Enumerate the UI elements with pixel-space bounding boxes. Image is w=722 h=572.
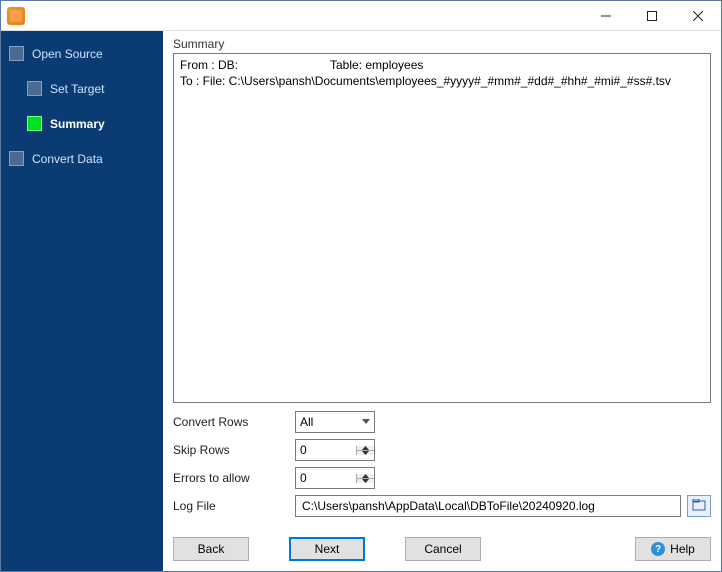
app-icon — [7, 7, 25, 25]
folder-icon — [692, 499, 706, 514]
nav-summary[interactable]: Summary — [23, 111, 159, 136]
label-skip-rows: Skip Rows — [173, 443, 295, 457]
close-button[interactable] — [675, 1, 721, 30]
nav-set-target[interactable]: Set Target — [23, 76, 159, 101]
window-controls — [583, 1, 721, 30]
minimize-button[interactable] — [583, 1, 629, 30]
app-window: Open Source Set Target Summary Convert D… — [0, 0, 722, 572]
back-button-label: Back — [198, 542, 225, 556]
nav-convert-data[interactable]: Convert Data — [5, 146, 159, 171]
cancel-button-label: Cancel — [424, 542, 461, 556]
combo-convert-rows[interactable]: All — [295, 411, 375, 433]
step-icon — [9, 151, 24, 166]
nav-label: Summary — [50, 117, 105, 131]
browse-log-file-button[interactable] — [687, 495, 711, 517]
next-button[interactable]: Next — [289, 537, 365, 561]
row-errors-allow: Errors to allow — [173, 467, 711, 489]
step-icon — [9, 46, 24, 61]
row-convert-rows: Convert Rows All — [173, 411, 711, 433]
chevron-down-icon — [362, 419, 370, 425]
help-button-label: Help — [670, 542, 695, 556]
summary-from-db: From : DB: — [180, 58, 330, 74]
row-log-file: Log File — [173, 495, 711, 517]
cancel-button[interactable]: Cancel — [405, 537, 481, 561]
summary-group-label: Summary — [173, 37, 711, 51]
next-button-label: Next — [315, 542, 340, 556]
summary-to-file: To : File: C:\Users\pansh\Documents\empl… — [180, 74, 704, 90]
spinner-errors-allow[interactable] — [295, 467, 375, 489]
help-button[interactable]: ? Help — [635, 537, 711, 561]
input-log-file[interactable] — [300, 498, 676, 514]
nav-open-source[interactable]: Open Source — [5, 41, 159, 66]
step-icon — [27, 81, 42, 96]
summary-text: From : DB: Table: employees To : File: C… — [173, 53, 711, 403]
label-errors-allow: Errors to allow — [173, 471, 295, 485]
input-skip-rows[interactable] — [296, 440, 356, 460]
row-skip-rows: Skip Rows — [173, 439, 711, 461]
options-form: Convert Rows All Skip Rows — [173, 411, 711, 517]
nav-label: Open Source — [32, 47, 103, 61]
back-button[interactable]: Back — [173, 537, 249, 561]
help-icon: ? — [651, 542, 665, 556]
spin-down-icon[interactable] — [357, 478, 374, 483]
spin-down-icon[interactable] — [357, 450, 374, 455]
spinner-skip-rows[interactable] — [295, 439, 375, 461]
label-log-file: Log File — [173, 499, 295, 513]
step-icon-active — [27, 116, 42, 131]
label-convert-rows: Convert Rows — [173, 415, 295, 429]
input-wrap-log-file — [295, 495, 681, 517]
main-panel: Summary From : DB: Table: employees To :… — [163, 31, 721, 571]
titlebar — [1, 1, 721, 31]
nav-label: Set Target — [50, 82, 104, 96]
wizard-sidebar: Open Source Set Target Summary Convert D… — [1, 31, 163, 571]
input-errors-allow[interactable] — [296, 468, 356, 488]
summary-table-label: Table: — [330, 58, 362, 74]
maximize-button[interactable] — [629, 1, 675, 30]
nav-label: Convert Data — [32, 152, 103, 166]
combo-value: All — [300, 415, 313, 429]
summary-table-value: employees — [365, 58, 423, 74]
summary-group: Summary From : DB: Table: employees To :… — [173, 37, 711, 403]
wizard-button-bar: Back Next Cancel ? Help — [173, 525, 711, 561]
